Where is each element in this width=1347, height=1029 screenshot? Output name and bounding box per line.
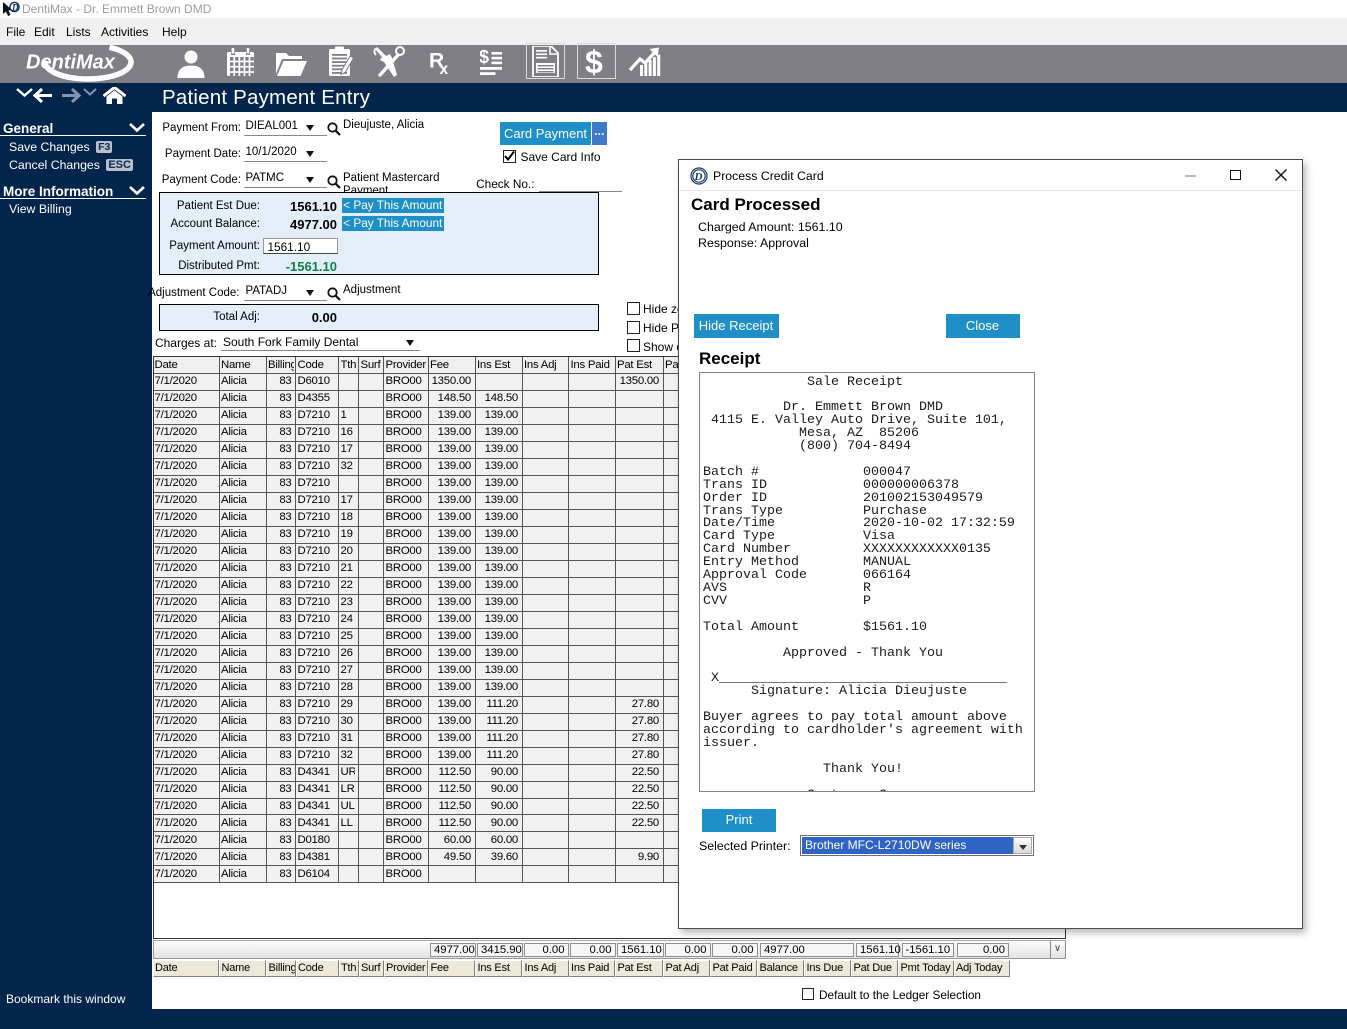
svg-text:D: D (694, 171, 703, 183)
svg-text:D: D (11, 3, 19, 13)
svg-text:DentiMax: DentiMax (26, 52, 116, 74)
svg-text:$: $ (585, 45, 603, 78)
svg-text:x: x (440, 61, 449, 75)
svg-text:$: $ (480, 47, 489, 67)
